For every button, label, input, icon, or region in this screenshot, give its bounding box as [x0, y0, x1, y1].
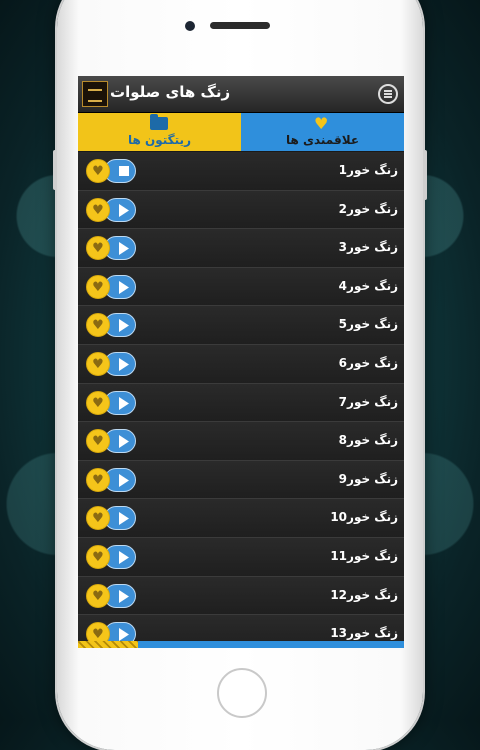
ringtone-label: زنگ خور8	[338, 433, 398, 448]
play-icon	[119, 473, 129, 487]
favorite-button[interactable]: ♥	[86, 313, 110, 338]
app-title: زنگ های صلوات	[110, 83, 231, 101]
list-item[interactable]: ♥ زنگ خور12	[78, 576, 404, 616]
row-controls: ♥	[86, 544, 136, 569]
row-controls: ♥	[86, 506, 136, 531]
tab-favorites-label: علاقمندی ها	[285, 133, 360, 147]
ringtone-label: زنگ خور10	[330, 510, 398, 525]
list-item[interactable]: ♥ زنگ خور2	[78, 190, 404, 230]
list-item[interactable]: ♥ زنگ خور9	[78, 460, 404, 500]
app-logo-icon	[82, 81, 108, 107]
favorite-button[interactable]: ♥	[86, 159, 110, 183]
ringtone-label: زنگ خور9	[338, 471, 398, 486]
heart-icon: ♥	[92, 472, 104, 488]
ringtone-label: زنگ خور3	[338, 240, 398, 255]
favorite-button[interactable]: ♥	[86, 236, 110, 261]
favorite-button[interactable]: ♥	[86, 429, 110, 454]
play-icon	[119, 319, 129, 333]
heart-icon: ♥	[92, 395, 104, 411]
ringtone-label: زنگ خور6	[338, 355, 398, 370]
play-icon	[119, 357, 129, 371]
list-item[interactable]: ♥ زنگ خور6	[78, 344, 404, 384]
play-icon	[119, 628, 129, 642]
play-icon	[119, 242, 129, 256]
play-icon	[119, 203, 129, 217]
list-item[interactable]: ♥ زنگ خور5	[78, 306, 404, 345]
row-controls: ♥	[86, 467, 136, 492]
heart-icon: ♥	[92, 318, 104, 334]
list-item[interactable]: ♥ زنگ خور1	[78, 152, 404, 191]
heart-icon: ♥	[92, 588, 104, 604]
ringtone-label: زنگ خور1	[338, 163, 398, 177]
heart-icon: ♥	[92, 202, 104, 218]
row-controls: ♥	[86, 390, 136, 415]
row-controls: ♥	[86, 313, 136, 338]
volume-button	[53, 150, 57, 190]
play-icon	[119, 396, 129, 410]
favorite-button[interactable]: ♥	[86, 351, 110, 376]
ringtone-label: زنگ خور2	[338, 201, 398, 216]
title-bar: زنگ های صلوات	[78, 76, 404, 113]
play-icon	[119, 435, 129, 449]
favorite-button[interactable]: ♥	[86, 390, 110, 415]
heart-icon: ♥	[92, 241, 104, 257]
ringtone-label: زنگ خور4	[338, 278, 398, 293]
front-camera	[185, 21, 195, 31]
menu-icon[interactable]	[378, 84, 398, 104]
list-item[interactable]: ♥ زنگ خور7	[78, 383, 404, 423]
earpiece-speaker	[210, 22, 270, 29]
row-controls: ♥	[86, 583, 136, 608]
heart-icon: ♥	[92, 627, 104, 643]
list-item[interactable]: ♥ زنگ خور11	[78, 537, 404, 577]
row-controls: ♥	[86, 159, 136, 183]
list-item[interactable]: ♥ زنگ خور8	[78, 422, 404, 461]
tab-favorites[interactable]: ♥ علاقمندی ها	[241, 113, 404, 151]
heart-icon: ♥	[92, 356, 104, 372]
favorite-button[interactable]: ♥	[86, 506, 110, 531]
ringtone-label: زنگ خور13	[330, 626, 398, 641]
list-item[interactable]: ♥ زنگ خور3	[78, 229, 404, 268]
row-controls: ♥	[86, 274, 136, 299]
heart-icon: ♥	[92, 511, 104, 527]
stop-icon	[119, 166, 129, 176]
ringtone-label: زنگ خور11	[330, 548, 398, 563]
heart-icon: ♥	[92, 434, 104, 450]
folder-icon	[150, 114, 168, 130]
row-controls: ♥	[86, 236, 136, 261]
app-screen: زنگ های صلوات ریتگتون ها ♥ علاقمندی ها ♥…	[78, 76, 404, 648]
play-icon	[119, 280, 129, 294]
play-icon	[119, 550, 129, 564]
heart-icon: ♥	[92, 279, 104, 295]
favorite-button[interactable]: ♥	[86, 274, 110, 299]
heart-icon: ♥	[314, 114, 329, 133]
tab-ringtones[interactable]: ریتگتون ها	[78, 113, 241, 151]
favorite-button[interactable]: ♥	[86, 544, 110, 569]
row-controls: ♥	[86, 351, 136, 376]
tab-bar: ریتگتون ها ♥ علاقمندی ها	[78, 113, 404, 151]
ringtone-label: زنگ خور12	[330, 587, 398, 602]
list-item[interactable]: ♥ زنگ خور10	[78, 499, 404, 538]
bottom-scroll-bar	[78, 641, 404, 648]
ringtone-label: زنگ خور7	[338, 394, 398, 409]
tab-ringtones-label: ریتگتون ها	[128, 133, 191, 147]
heart-icon: ♥	[92, 164, 104, 179]
favorite-button[interactable]: ♥	[86, 467, 110, 492]
heart-icon: ♥	[92, 549, 104, 565]
play-icon	[119, 512, 129, 526]
home-button[interactable]	[217, 668, 267, 718]
list-item[interactable]: ♥ زنگ خور4	[78, 267, 404, 307]
ringtone-label: زنگ خور5	[338, 317, 398, 332]
play-icon	[119, 589, 129, 603]
favorite-button[interactable]: ♥	[86, 197, 110, 222]
power-button	[423, 150, 427, 200]
row-controls: ♥	[86, 197, 136, 222]
row-controls: ♥	[86, 429, 136, 454]
favorite-button[interactable]: ♥	[86, 583, 110, 608]
scroll-indicator[interactable]	[78, 641, 138, 648]
ringtone-list: ♥ زنگ خور1 ♥ زنگ خور2 ♥ زنگ خور3 ♥ زنگ خور4 ♥ زنگ…	[78, 152, 404, 648]
